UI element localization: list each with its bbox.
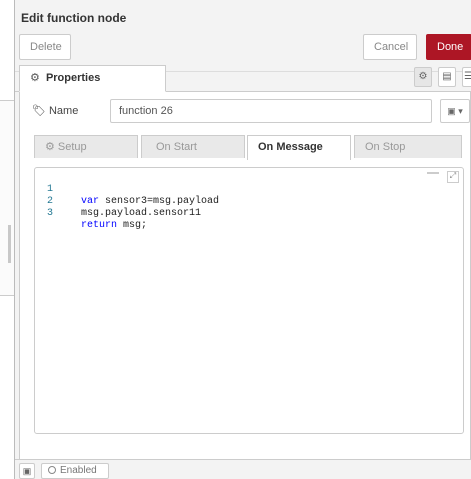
gear-icon: ⚙ <box>30 72 40 84</box>
tray-footer: ▣ Enabled <box>15 459 471 479</box>
code-keyword: return <box>81 220 118 231</box>
code-body: msg.payload.sensor11 <box>81 208 202 219</box>
name-input[interactable] <box>110 99 432 123</box>
tab-setup-label: Setup <box>57 141 87 153</box>
tab-properties[interactable]: ⚙ Properties <box>19 65 166 92</box>
workspace-node-panel <box>0 100 15 296</box>
tab-on-stop[interactable]: On Stop <box>354 135 462 158</box>
expand-icon[interactable]: ⤢ <box>447 171 459 183</box>
resize-grip[interactable] <box>8 225 11 263</box>
done-button[interactable]: Done <box>426 34 471 60</box>
function-subtabs: ⚙ Setup On Start On Message On Stop <box>34 135 462 160</box>
list-icon[interactable]: ☰ <box>462 67 471 87</box>
tray-title: Edit function node <box>21 11 127 25</box>
tab-on-stop-label: On Stop <box>365 141 406 153</box>
book-icon[interactable]: ▣ <box>19 463 35 479</box>
enabled-toggle[interactable]: Enabled <box>41 463 109 479</box>
tab-setup[interactable]: ⚙ Setup <box>34 135 138 158</box>
tab-on-message[interactable]: On Message <box>247 135 351 160</box>
edit-tray: Edit function node Delete Cancel Done ⚙ … <box>14 0 471 479</box>
code-line: 2 msg.payload.sensor11 <box>35 184 201 219</box>
cancel-button[interactable]: Cancel <box>363 34 417 60</box>
tag-icon: 🏷 <box>32 105 46 117</box>
minimap <box>427 172 439 174</box>
tab-properties-label: Properties <box>45 72 101 84</box>
enabled-label: Enabled <box>60 465 97 476</box>
tab-on-message-label: On Message <box>258 141 323 153</box>
tab-on-start[interactable]: On Start <box>141 135 245 158</box>
code-text: msg.payload.sensor11 <box>81 208 201 220</box>
gear-icon[interactable]: ⚙ <box>414 67 432 87</box>
delete-button[interactable]: Delete <box>19 34 71 60</box>
tray-header: Edit function node Delete Cancel Done <box>15 0 471 72</box>
tab-on-start-label: On Start <box>156 141 197 153</box>
code-body: msg; <box>117 220 148 231</box>
code-line: 1 var sensor3=msg.payload <box>35 172 219 207</box>
document-icon[interactable]: ▤ <box>438 67 456 87</box>
circle-icon <box>48 466 56 474</box>
tray-tabs: ⚙ Properties ⚙ ▤ ☰ <box>15 65 471 92</box>
code-line: 3 return msg; <box>35 196 147 231</box>
properties-panel: 🏷Name ▣ ▾ ⚙ Setup On Start On Message On… <box>19 92 471 459</box>
gear-icon: ⚙ <box>45 141 58 153</box>
code-body: sensor3=msg.payload <box>99 196 220 207</box>
code-text: return msg; <box>81 220 147 232</box>
book-icon[interactable]: ▣ ▾ <box>440 99 470 123</box>
name-label: 🏷 Name <box>32 104 78 117</box>
code-editor[interactable]: ⤢ 1 var sensor3=msg.payload 2 msg.payloa… <box>34 167 464 434</box>
line-number: 3 <box>46 208 53 219</box>
code-keyword: var <box>81 196 100 207</box>
name-label-text: Name <box>48 105 79 117</box>
code-text: var sensor3=msg.payload <box>81 196 219 208</box>
